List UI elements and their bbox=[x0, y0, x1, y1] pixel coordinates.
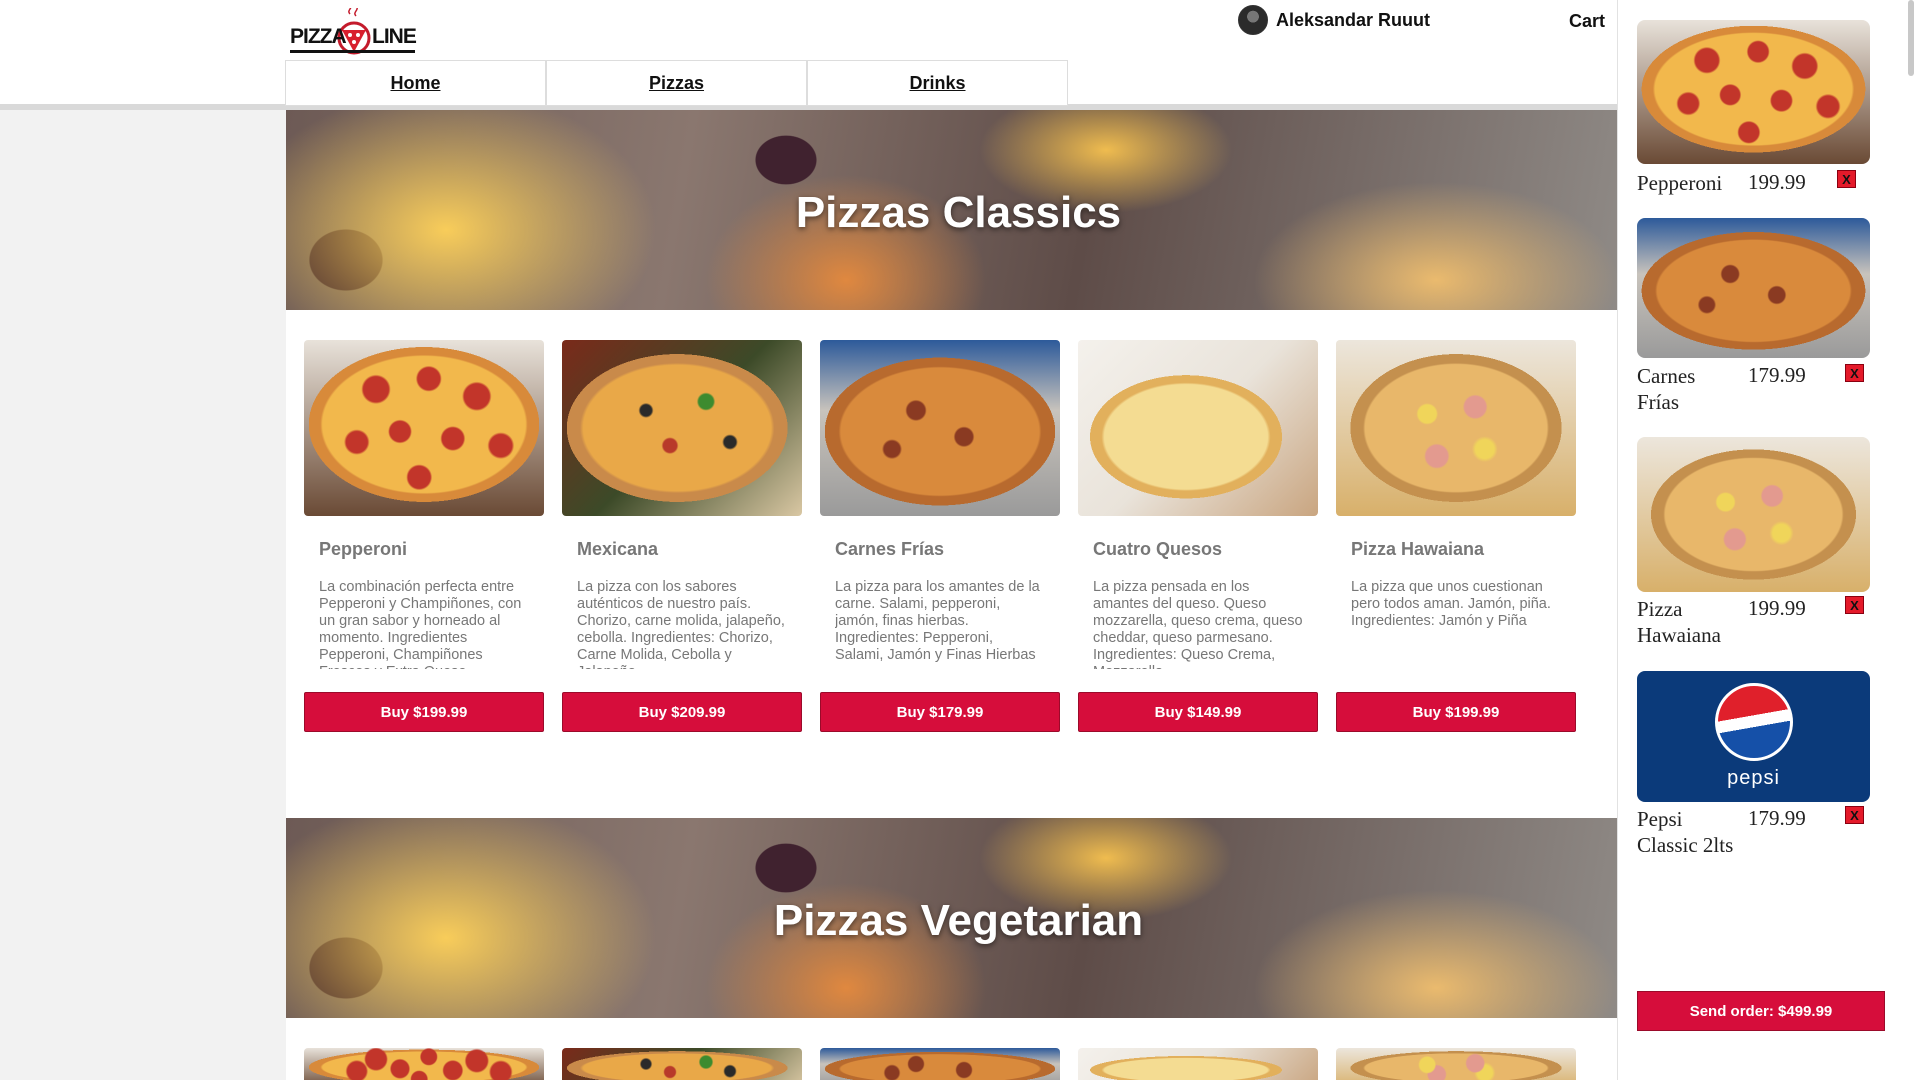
product-description: La pizza que unos cuestionan pero todos … bbox=[1351, 579, 1551, 629]
product-name: Carnes Frías bbox=[835, 539, 945, 559]
cuatro-quesos-pizza-image bbox=[1078, 340, 1318, 516]
cart-item-name: Pepperoni bbox=[1637, 171, 1723, 195]
carnes-frias-pizza-image bbox=[1637, 218, 1870, 358]
remove-item-button[interactable]: X bbox=[1845, 596, 1864, 614]
product-grid bbox=[286, 1018, 1617, 1080]
product-name: Pizza Hawaiana bbox=[1351, 539, 1485, 559]
section-banner: Pizzas Classics bbox=[286, 110, 1617, 310]
product-card: Mexicana La pizza con los sabores autént… bbox=[562, 340, 802, 818]
mexicana-pizza-image bbox=[562, 340, 802, 516]
product-name: Pepperoni bbox=[319, 539, 408, 559]
pepsi-logo-text: pepsi bbox=[1727, 767, 1780, 789]
product-name: Cuatro Quesos bbox=[1093, 539, 1223, 559]
section-vegetarian: Pizzas Vegetarian bbox=[286, 818, 1617, 1080]
user-info[interactable]: Aleksandar Ruuut bbox=[1238, 5, 1430, 35]
cart-item-price: 179.99 bbox=[1748, 363, 1806, 387]
product-image bbox=[1336, 1048, 1576, 1080]
cart-item: pepsi Pepsi Classic 2lts 179.99 X bbox=[1637, 671, 1877, 857]
main-nav: Home Pizzas Drinks bbox=[285, 60, 1068, 106]
cart-item-price: 179.99 bbox=[1748, 806, 1806, 830]
nav-home[interactable]: Home bbox=[285, 60, 546, 106]
section-title: Pizzas Vegetarian bbox=[773, 896, 1144, 945]
product-description: La pizza pensada en los amantes del ques… bbox=[1093, 579, 1303, 669]
hawaiana-pizza-image bbox=[1336, 340, 1576, 516]
buy-button[interactable]: Buy $199.99 bbox=[1336, 692, 1576, 732]
scrollbar-thumb[interactable] bbox=[1908, 0, 1914, 76]
logo-underline bbox=[290, 50, 415, 53]
logo-text-right: LINE bbox=[372, 25, 417, 48]
cart-link[interactable]: Cart bbox=[1569, 11, 1605, 32]
logo-text-left: PIZZA bbox=[290, 25, 347, 48]
cart-item-price: 199.99 bbox=[1748, 596, 1806, 620]
product-image bbox=[304, 1048, 544, 1080]
buy-button[interactable]: Buy $199.99 bbox=[304, 692, 544, 732]
cart-item-price: 199.99 bbox=[1748, 170, 1806, 194]
cart-item-name: Pepsi Classic 2lts bbox=[1637, 807, 1734, 857]
product-description: La pizza con los sabores auténticos de n… bbox=[577, 579, 785, 669]
product-description: La pizza para los amantes de la carne. S… bbox=[835, 579, 1040, 663]
site-header: PIZZA LINE Home Pizzas Drinks Aleksandar… bbox=[0, 0, 1617, 110]
product-grid: Pepperoni La combinación perfecta entre … bbox=[286, 310, 1617, 818]
product-description: La combinación perfecta entre Pepperoni … bbox=[319, 579, 522, 669]
cart-item: Carnes Frías 179.99 X bbox=[1637, 218, 1877, 414]
product-card: Pizza Hawaiana La pizza que unos cuestio… bbox=[1336, 340, 1576, 818]
product-card: Cuatro Quesos La pizza pensada en los am… bbox=[1078, 340, 1318, 818]
scrollbar[interactable] bbox=[1900, 0, 1920, 1080]
section-title: Pizzas Classics bbox=[795, 188, 1122, 237]
remove-item-button[interactable]: X bbox=[1837, 170, 1856, 188]
buy-button[interactable]: Buy $149.99 bbox=[1078, 692, 1318, 732]
main-content: Pizzas Classics Pepperoni La combinación… bbox=[286, 110, 1617, 1080]
remove-item-button[interactable]: X bbox=[1845, 806, 1864, 824]
product-card: Pepperoni La combinación perfecta entre … bbox=[304, 340, 544, 818]
send-order-button[interactable]: Send order: $499.99 bbox=[1637, 991, 1885, 1031]
cart-sidebar: Pepperoni 199.99 X Carnes Frías 179.99 X… bbox=[1617, 0, 1920, 1080]
cart-item-name: Pizza Hawaiana bbox=[1637, 597, 1721, 647]
section-banner: Pizzas Vegetarian bbox=[286, 818, 1617, 1018]
product-image bbox=[562, 1048, 802, 1080]
avatar bbox=[1238, 5, 1268, 35]
product-card: Carnes Frías La pizza para los amantes d… bbox=[820, 340, 1060, 818]
cart-item: Pepperoni 199.99 X bbox=[1637, 20, 1877, 195]
pepsi-bottle-image: pepsi bbox=[1637, 671, 1870, 802]
buy-button[interactable]: Buy $179.99 bbox=[820, 692, 1060, 732]
cart-item-name: Carnes Frías bbox=[1637, 364, 1696, 414]
user-name: Aleksandar Ruuut bbox=[1276, 9, 1431, 30]
hawaiana-pizza-image bbox=[1637, 437, 1870, 592]
remove-item-button[interactable]: X bbox=[1845, 364, 1864, 382]
buy-button[interactable]: Buy $209.99 bbox=[562, 692, 802, 732]
nav-pizzas[interactable]: Pizzas bbox=[546, 60, 807, 106]
product-image bbox=[1078, 1048, 1318, 1080]
section-classics: Pizzas Classics Pepperoni La combinación… bbox=[286, 110, 1617, 818]
carnes-frias-pizza-image bbox=[820, 340, 1060, 516]
pepperoni-pizza-image bbox=[1637, 20, 1870, 164]
product-image bbox=[820, 1048, 1060, 1080]
cart-item: Pizza Hawaiana 199.99 X bbox=[1637, 437, 1877, 647]
nav-drinks[interactable]: Drinks bbox=[807, 60, 1068, 106]
pizza-line-logo[interactable]: PIZZA LINE bbox=[290, 3, 417, 56]
pepsi-logo-icon bbox=[1714, 683, 1793, 761]
product-name: Mexicana bbox=[577, 539, 659, 559]
page: PIZZA LINE Home Pizzas Drinks Aleksandar… bbox=[0, 0, 1920, 1080]
pepperoni-pizza-image bbox=[304, 340, 544, 516]
